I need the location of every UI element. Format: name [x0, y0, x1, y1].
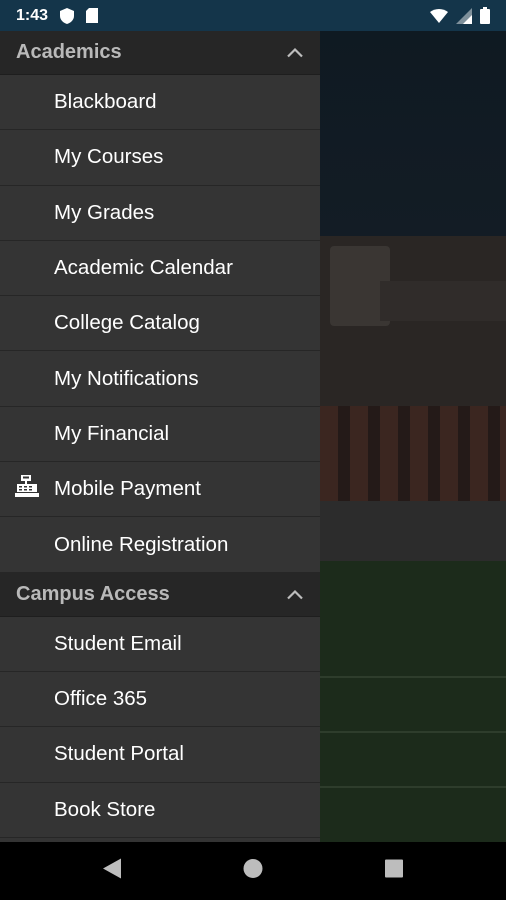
shield-icon	[60, 7, 75, 24]
menu-item-blackboard[interactable]: Blackboard	[0, 75, 320, 131]
battery-icon	[480, 7, 490, 24]
menu-item-label: Book Store	[54, 797, 156, 821]
bg-lawn	[320, 561, 506, 842]
wifi-icon	[430, 8, 448, 23]
menu-item-academic-calendar[interactable]: Academic Calendar	[0, 241, 320, 297]
bg-walkway	[320, 501, 506, 561]
menu-item-label: My Grades	[54, 200, 155, 224]
section-title: Academics	[16, 41, 122, 63]
section-header-campus-access[interactable]: Campus Access	[0, 572, 320, 617]
bg-lawn-line	[320, 786, 506, 788]
back-icon[interactable]	[102, 858, 122, 885]
recents-icon[interactable]	[385, 859, 403, 883]
menu-item-my-notifications[interactable]: My Notifications	[0, 351, 320, 407]
section-title: Campus Access	[16, 582, 170, 605]
menu-item-label: My Financial	[54, 421, 170, 445]
menu-item-my-grades[interactable]: My Grades	[0, 186, 320, 241]
menu-item-label: My Notifications	[54, 366, 199, 390]
status-right	[430, 7, 490, 24]
chevron-up-icon[interactable]	[286, 589, 304, 600]
menu-item-mobile-payment[interactable]: Mobile Payment	[0, 462, 320, 518]
status-time: 1:43	[16, 6, 49, 24]
menu-item-student-portal[interactable]: Student Portal	[0, 727, 320, 783]
status-left: 1:43	[16, 6, 99, 25]
menu-item-label: Office 365	[54, 687, 148, 711]
signal-icon	[456, 7, 472, 24]
menu-item-label: Blackboard	[54, 90, 157, 114]
system-navigation-bar	[0, 842, 506, 900]
sd-card-icon	[86, 8, 99, 23]
bg-lawn-line	[320, 676, 506, 678]
menu-item-label: College Catalog	[54, 311, 200, 335]
section-header-academics[interactable]: Academics	[0, 31, 320, 75]
status-bar: 1:43	[0, 0, 506, 31]
menu-item-office-365[interactable]: Office 365	[0, 672, 320, 728]
cash-register-icon	[15, 475, 39, 503]
menu-item-label: Student Portal	[54, 742, 184, 766]
menu-item-label: Student Email	[54, 631, 182, 655]
menu-item-student-email[interactable]: Student Email	[0, 617, 320, 672]
menu-item-label: Online Registration	[54, 532, 229, 556]
bg-roof	[380, 281, 506, 321]
menu-item-label: Academic Calendar	[54, 256, 233, 280]
bg-walls	[320, 406, 506, 506]
menu-item-label: Mobile Payment	[54, 477, 201, 501]
menu-item-my-financial[interactable]: My Financial	[0, 407, 320, 463]
menu-item-college-catalog[interactable]: College Catalog	[0, 296, 320, 352]
chevron-up-icon[interactable]	[286, 47, 304, 58]
navigation-drawer: Academics Blackboard My Courses My Grade…	[0, 31, 320, 842]
home-icon[interactable]	[243, 859, 263, 884]
menu-item-online-registration[interactable]: Online Registration	[0, 517, 320, 573]
menu-item-book-store[interactable]: Book Store	[0, 783, 320, 838]
bg-lawn-line	[320, 731, 506, 733]
menu-item-label: My Courses	[54, 145, 164, 169]
menu-item-my-courses[interactable]: My Courses	[0, 130, 320, 186]
